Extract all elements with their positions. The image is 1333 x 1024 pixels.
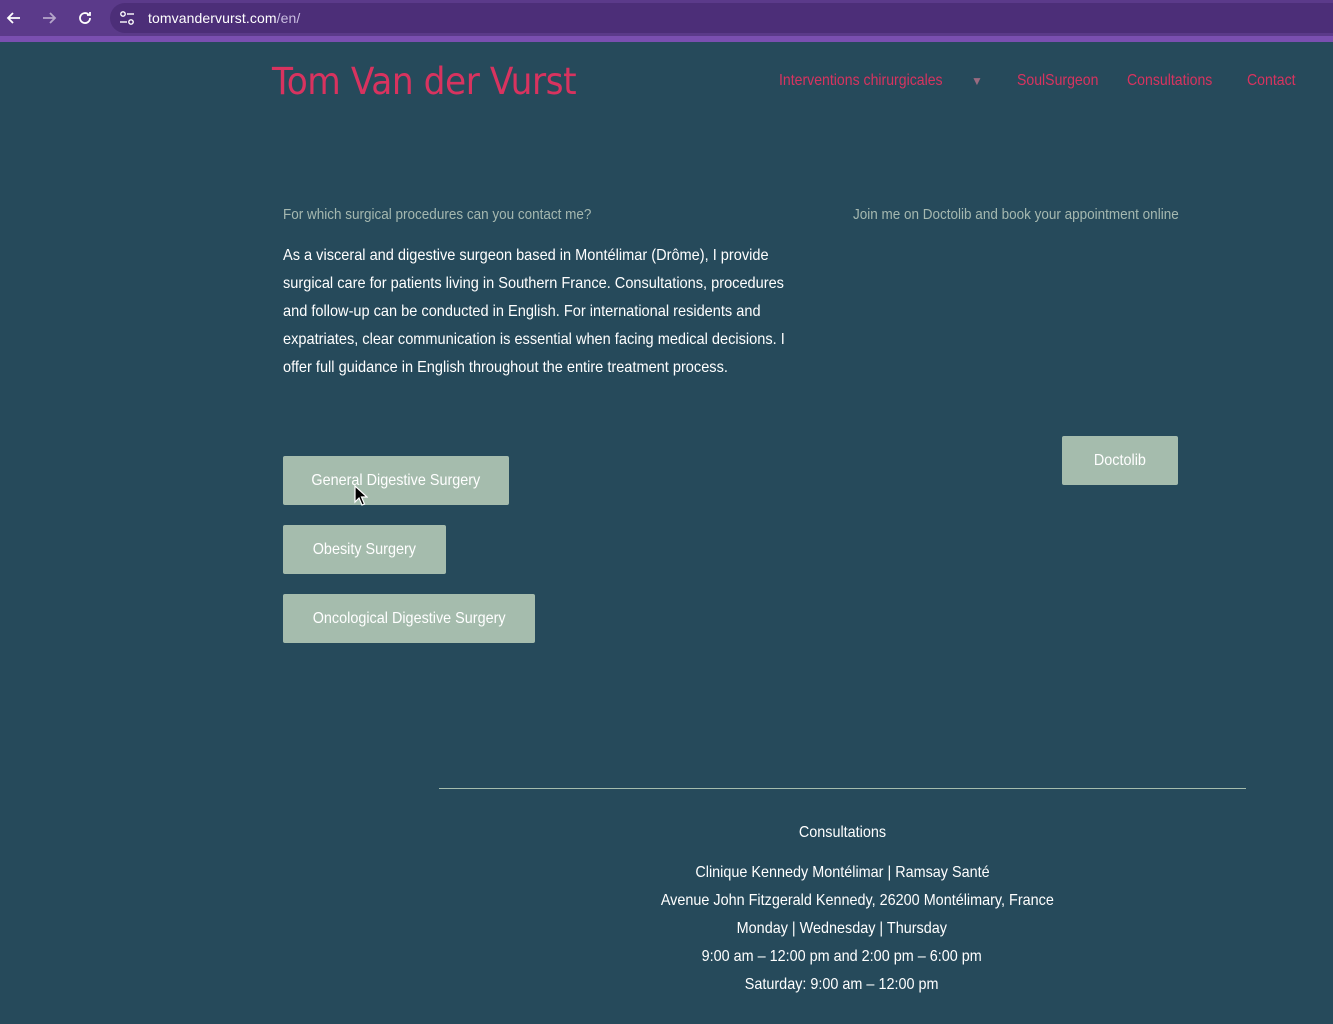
footer-saturday-text: Saturday: 9:00 am – 12:00 pm [745, 976, 939, 993]
footer-address-text: Avenue John Fitzgerald Kennedy, 26200 Mo… [660, 892, 1054, 909]
nav-contact[interactable]: Contact [1247, 72, 1296, 90]
footer-title-text: Consultations [798, 824, 886, 841]
intro-paragraph: As a visceral and digestive surgeon base… [283, 247, 785, 376]
nav-interventions[interactable]: Interventions chirurgicales [779, 72, 943, 90]
footer-divider [439, 788, 1246, 789]
address-bar[interactable]: tomvandervurst.com/en/ [110, 3, 1333, 33]
site-title[interactable]: Tom Van der Vurst [272, 60, 577, 103]
footer-title: Consultations [639, 822, 1045, 844]
footer-hours-text: 9:00 am – 12:00 pm and 2:00 pm – 6:00 pm [701, 948, 983, 965]
url-path: /en/ [276, 10, 301, 26]
back-icon[interactable] [2, 6, 26, 30]
button-label: Doctolib [1093, 451, 1147, 469]
toolbar-divider [0, 36, 1333, 42]
footer-clinic: Clinique Kennedy Montélimar | Ramsay San… [639, 859, 1045, 887]
footer-clinic-text: Clinique Kennedy Montélimar | Ramsay San… [694, 864, 990, 881]
doctolib-button[interactable]: Doctolib [1062, 436, 1178, 485]
footer-days-text: Monday | Wednesday | Thursday [736, 920, 948, 937]
nav-soulsurgeon[interactable]: SoulSurgeon [1017, 72, 1098, 90]
footer-address: Avenue John Fitzgerald Kennedy, 26200 Mo… [639, 887, 1054, 915]
button-label: General Digestive Surgery [311, 471, 481, 489]
button-label: Obesity Surgery [312, 540, 417, 558]
obesity-surgery-button[interactable]: Obesity Surgery [283, 525, 446, 574]
procedures-heading: For which surgical procedures can you co… [283, 206, 592, 223]
oncological-digestive-surgery-button[interactable]: Oncological Digestive Surgery [283, 594, 535, 643]
footer-hours: 9:00 am – 12:00 pm and 2:00 pm – 6:00 pm [639, 943, 1045, 971]
browser-toolbar: tomvandervurst.com/en/ [0, 0, 1333, 36]
url-text: tomvandervurst.com/en/ [148, 10, 300, 26]
button-label: Oncological Digestive Surgery [312, 609, 506, 627]
dropdown-arrow-icon[interactable]: ▼ [971, 74, 983, 88]
url-domain: tomvandervurst.com [148, 10, 277, 26]
mouse-cursor-icon [354, 485, 368, 506]
site-info-icon[interactable] [118, 10, 136, 26]
footer-days: Monday | Wednesday | Thursday [639, 915, 1045, 943]
reload-icon[interactable] [73, 6, 97, 30]
nav-consultations[interactable]: Consultations [1127, 72, 1212, 90]
footer-consultations: Consultations Clinique Kennedy Montélima… [639, 822, 1054, 999]
footer-saturday: Saturday: 9:00 am – 12:00 pm [639, 971, 1045, 999]
forward-icon[interactable] [37, 6, 61, 30]
general-digestive-surgery-button[interactable]: General Digestive Surgery [283, 456, 509, 505]
doctolib-heading: Join me on Doctolib and book your appoin… [853, 206, 1179, 223]
